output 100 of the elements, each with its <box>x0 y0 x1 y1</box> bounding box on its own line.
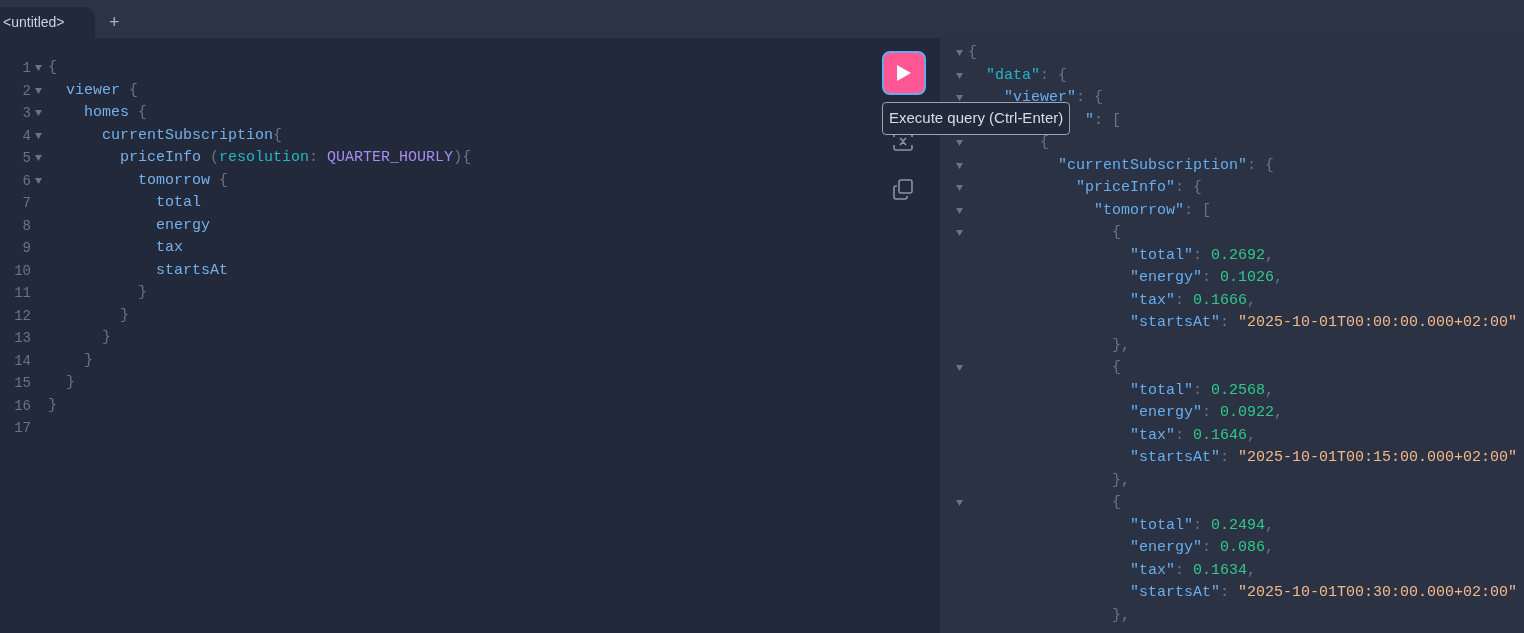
fold-arrow-icon[interactable] <box>34 65 42 71</box>
code-punctuation: }, <box>1112 470 1131 491</box>
line-number: 16 <box>13 396 31 416</box>
json-key: "tomorrow" <box>1094 199 1185 222</box>
code-punctuation: , <box>1265 515 1275 536</box>
line-number: 5 <box>21 149 31 168</box>
code-punctuation: , <box>1247 560 1257 581</box>
line-number: 6 <box>21 171 31 191</box>
line-number: 15 <box>13 374 31 393</box>
code-punctuation: : <box>1220 448 1231 468</box>
code-punctuation: , <box>1247 290 1257 311</box>
code-punctuation: } <box>48 395 57 416</box>
code-punctuation: , <box>1265 245 1275 266</box>
line-number: 17 <box>13 419 31 438</box>
new-tab-button[interactable]: + <box>95 7 134 38</box>
fold-arrow-icon[interactable] <box>955 162 963 169</box>
code-punctuation: : <box>1202 403 1213 423</box>
code-punctuation: } <box>66 373 76 393</box>
code-field: total <box>156 192 202 215</box>
tooltip: Execute query (Ctrl-Enter) <box>882 102 1071 135</box>
code-enum-value: QUARTER_HOURLY <box>327 148 454 168</box>
code-punctuation: : <box>1220 583 1231 603</box>
json-number: 0.086 <box>1220 538 1266 558</box>
code-punctuation: , <box>1247 425 1257 446</box>
code-punctuation: , <box>1265 380 1275 401</box>
fold-arrow-icon[interactable] <box>34 110 42 116</box>
fold-arrow-icon[interactable] <box>34 177 42 184</box>
code-punctuation: { <box>48 58 57 78</box>
line-number: 3 <box>21 104 31 123</box>
code-punctuation: { <box>219 170 229 191</box>
copy-icon[interactable] <box>892 177 916 201</box>
code-punctuation: ( <box>210 148 220 168</box>
fold-arrow-icon[interactable] <box>955 50 963 56</box>
code-punctuation: : <box>1193 245 1204 266</box>
fold-arrow-icon[interactable] <box>955 230 963 236</box>
code-punctuation: : { <box>1247 155 1275 176</box>
code-punctuation: { <box>968 43 977 63</box>
code-field: energy <box>156 214 211 237</box>
fold-arrow-icon[interactable] <box>955 207 963 214</box>
execute-button[interactable] <box>882 51 926 95</box>
code-punctuation: : { <box>1076 88 1104 108</box>
line-number: 11 <box>13 284 31 303</box>
fold-arrow-icon[interactable] <box>955 95 963 101</box>
json-key: "tax" <box>1130 559 1176 582</box>
code-punctuation: { <box>138 103 148 123</box>
line-number: 12 <box>13 306 31 326</box>
fold-arrow-icon[interactable] <box>955 500 963 506</box>
code-punctuation: : <box>1193 515 1204 536</box>
tab[interactable]: <untitled> <box>0 7 95 38</box>
line-number: 4 <box>21 126 31 146</box>
line-number: 2 <box>21 81 31 101</box>
code-punctuation: : <box>1220 313 1231 333</box>
code-punctuation: }, <box>1112 335 1131 356</box>
json-key: "data" <box>986 64 1041 87</box>
code-field: homes <box>84 102 130 125</box>
code-field: tax <box>156 237 184 260</box>
code-punctuation: : [ <box>1184 200 1212 221</box>
fold-arrow-icon[interactable] <box>955 72 963 79</box>
fold-arrow-icon[interactable] <box>955 140 963 146</box>
fold-arrow-icon[interactable] <box>34 132 42 139</box>
json-number: 0.1634 <box>1193 560 1248 581</box>
line-number: 9 <box>21 239 31 258</box>
json-number: 0.1026 <box>1220 268 1275 288</box>
code-punctuation: } <box>84 350 94 371</box>
json-key: "energy" <box>1130 402 1203 425</box>
json-string: "2025-10-01T00:15:00.000+02:00" <box>1238 448 1518 468</box>
fold-arrow-icon[interactable] <box>34 155 42 161</box>
code-punctuation: { <box>1040 133 1050 153</box>
code-punctuation: { <box>273 125 283 146</box>
code-field: viewer <box>66 79 121 102</box>
code-argument: resolution <box>219 148 310 168</box>
play-icon <box>896 64 912 82</box>
json-key: "startsAt" <box>1130 582 1221 605</box>
code-punctuation: : <box>309 148 320 168</box>
code-punctuation: { <box>1112 493 1122 513</box>
json-key: "energy" <box>1130 537 1203 560</box>
json-key: "currentSubscription" <box>1058 154 1248 177</box>
line-number: 8 <box>21 216 31 236</box>
code-field: priceInfo <box>120 147 202 170</box>
code-punctuation: : { <box>1175 178 1203 198</box>
line-number: 1 <box>21 59 31 78</box>
json-key: "tax" <box>1130 424 1176 447</box>
code-field: tomorrow <box>138 169 211 192</box>
fold-arrow-icon[interactable] <box>955 185 963 191</box>
json-number: 0.1646 <box>1193 425 1248 446</box>
fold-arrow-icon[interactable] <box>34 87 42 94</box>
json-key: "startsAt" <box>1130 312 1221 335</box>
json-key: "total" <box>1130 514 1194 537</box>
line-number: 13 <box>13 329 31 348</box>
json-key: "total" <box>1130 244 1194 267</box>
fold-arrow-icon[interactable] <box>955 365 963 371</box>
json-key: "startsAt" <box>1130 447 1221 470</box>
code-punctuation: : <box>1193 380 1204 401</box>
code-punctuation: : <box>1175 290 1186 311</box>
code-punctuation: { <box>1112 223 1122 243</box>
json-number: 0.2494 <box>1211 515 1266 536</box>
code-punctuation: } <box>120 305 130 326</box>
code-punctuation: { <box>1112 358 1122 378</box>
line-number: 7 <box>21 194 31 213</box>
code-punctuation: : { <box>1040 65 1068 86</box>
